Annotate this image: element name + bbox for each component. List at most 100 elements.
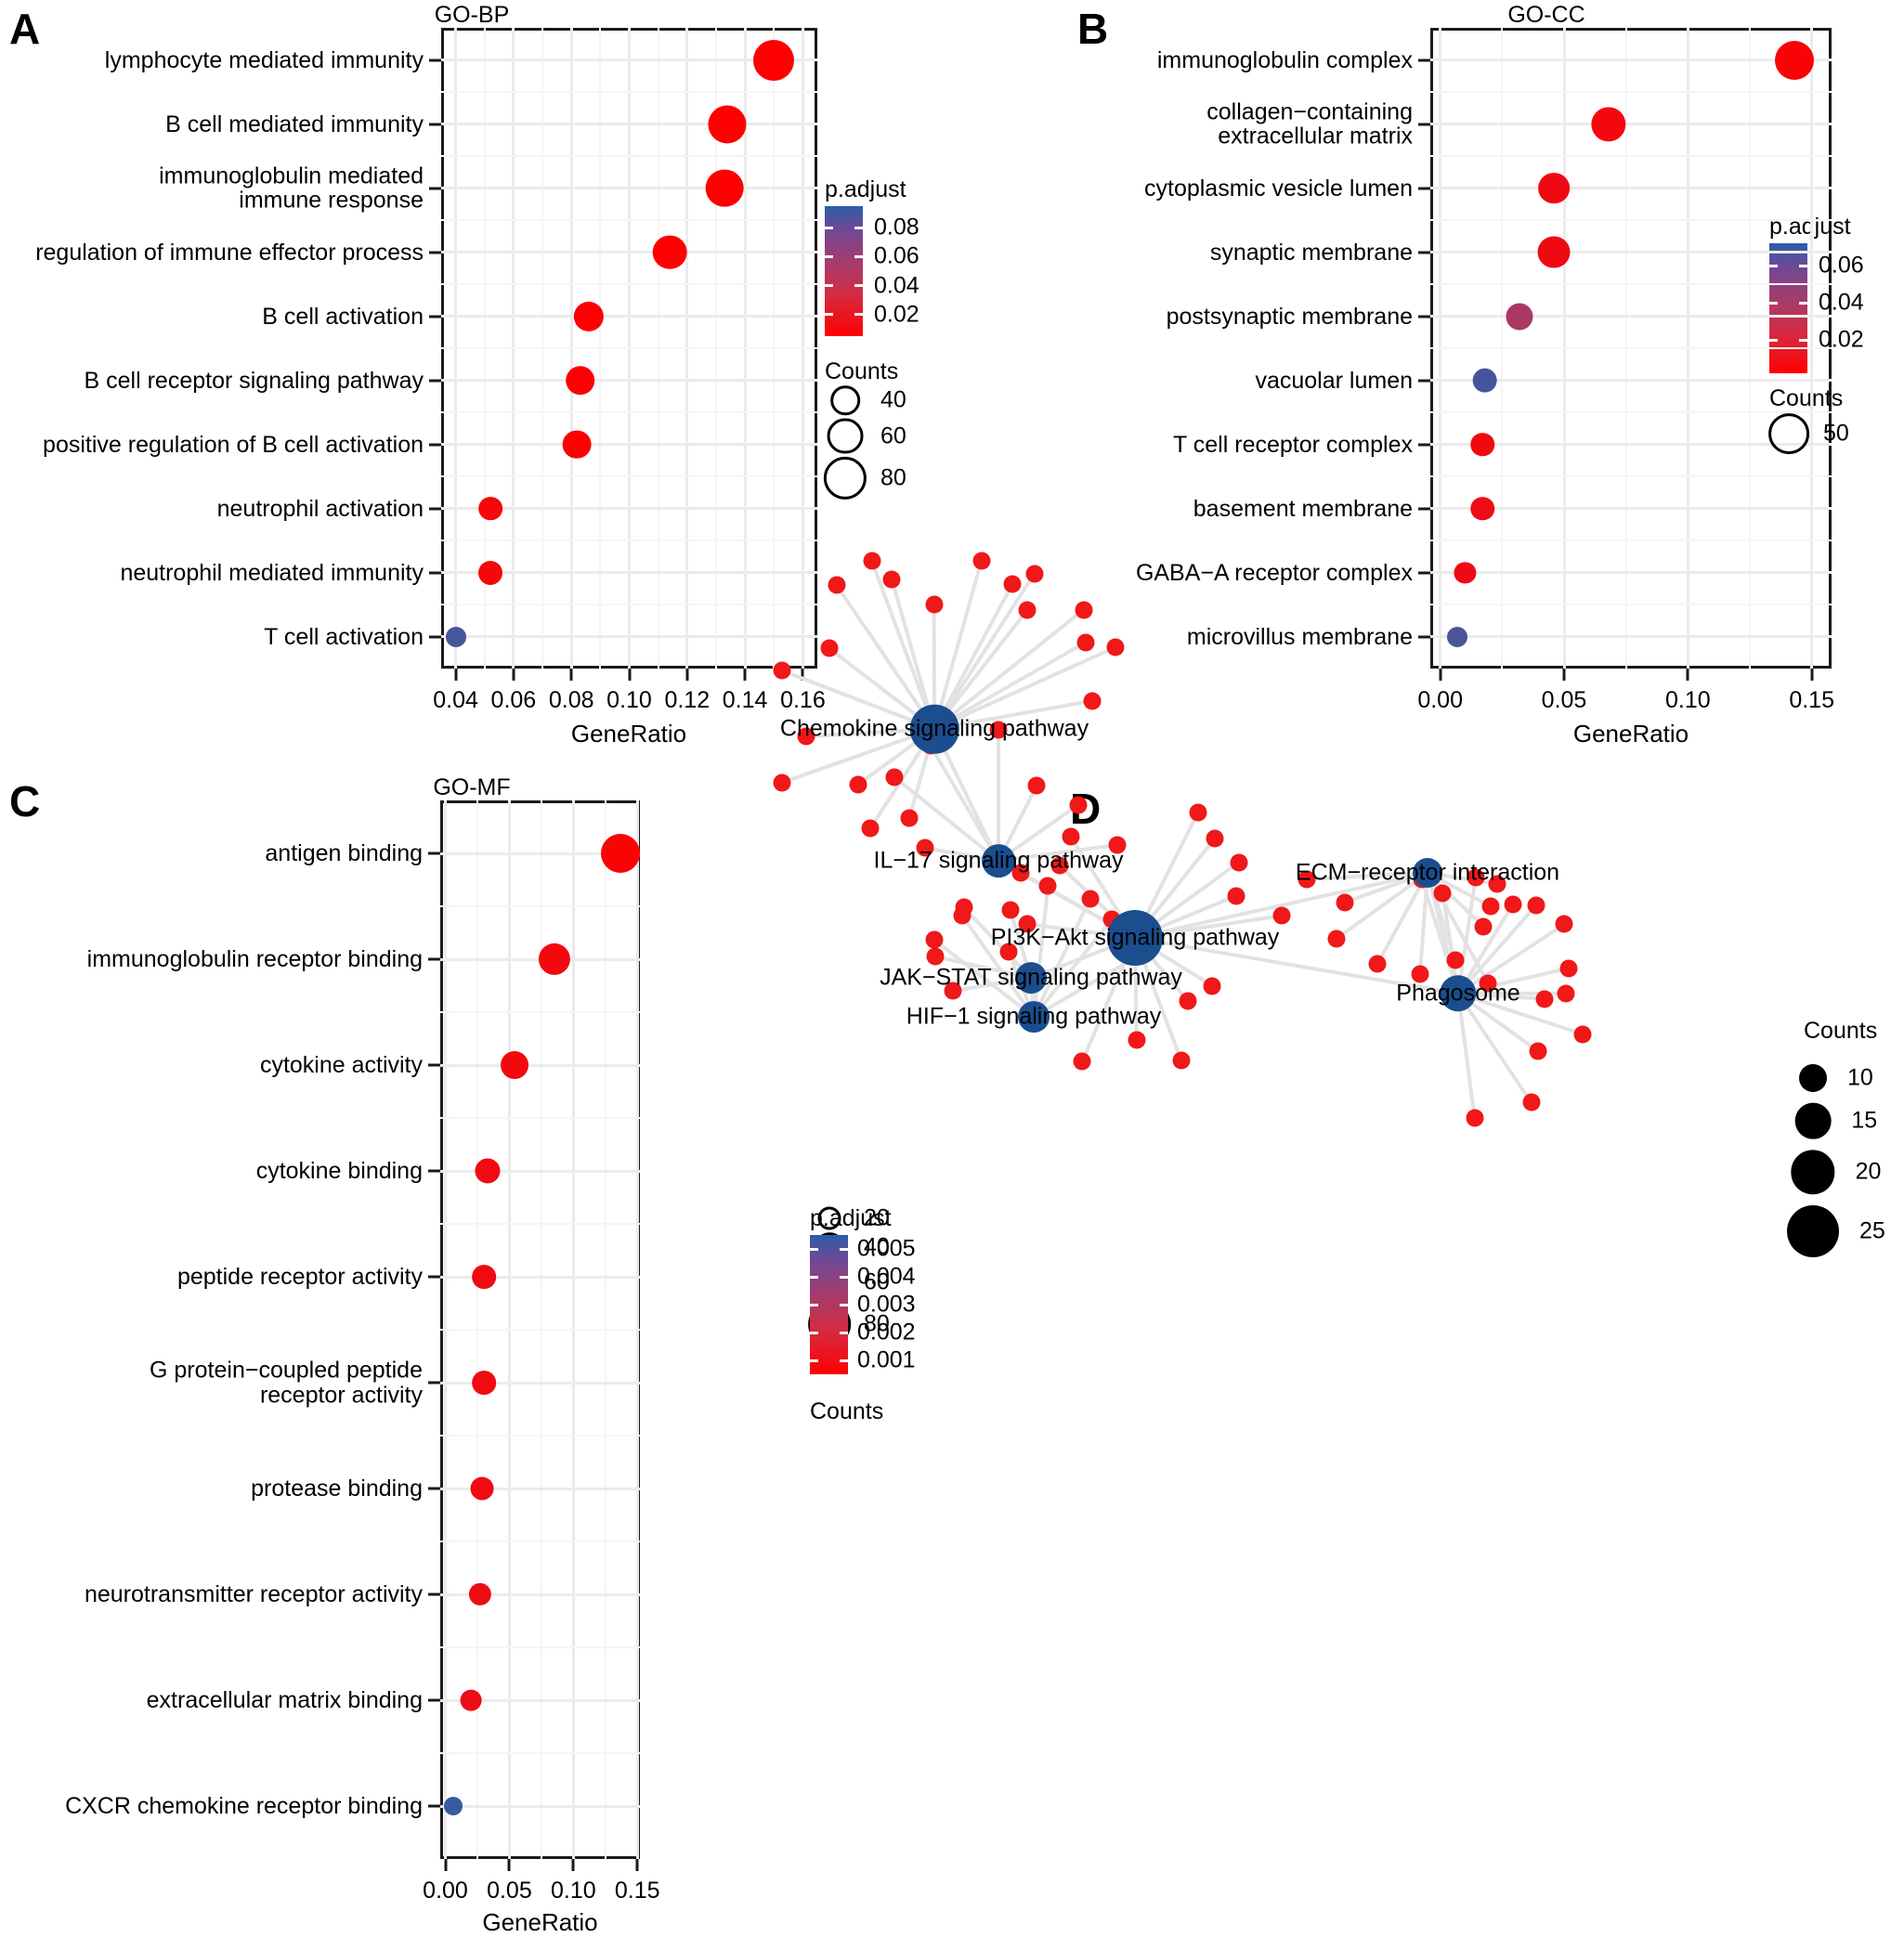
network-edge <box>1133 837 1217 940</box>
y-axis-label: T cell activation <box>264 623 424 650</box>
network-pathway-node <box>1107 910 1163 966</box>
y-axis-label: antigen binding <box>265 839 423 866</box>
network-edge <box>1032 885 1050 1018</box>
x-axis-tick <box>512 669 515 681</box>
gridline-minor-horizontal <box>441 219 817 221</box>
color-bar-tick-label: 0.003 <box>857 1291 916 1318</box>
network-gene-node <box>1025 565 1044 583</box>
y-axis-label: CXCR chemokine receptor binding <box>65 1792 423 1819</box>
network-gene-node <box>1479 974 1497 993</box>
network-gene-node <box>1411 965 1429 983</box>
gridline-major-horizontal <box>441 443 817 446</box>
y-axis-label: G protein−coupled peptide receptor activi… <box>150 1357 423 1408</box>
network-gene-node <box>1189 803 1207 822</box>
network-gene-node <box>1003 575 1022 593</box>
data-point <box>753 39 795 81</box>
x-axis-tick <box>571 1859 575 1871</box>
gridline-minor-horizontal <box>441 411 817 413</box>
color-bar-tick <box>854 313 863 317</box>
network-edge <box>1133 811 1200 939</box>
y-axis-tick <box>1418 507 1430 510</box>
network-gene-node <box>1128 1031 1146 1049</box>
network-gene-node <box>1230 853 1248 872</box>
color-bar-tick <box>825 313 833 317</box>
gridline-major-horizontal <box>441 379 817 382</box>
network-edge <box>1420 878 1460 994</box>
network-edge <box>1133 936 1214 988</box>
network-edge <box>1134 913 1283 940</box>
gridline-minor-horizontal <box>1430 411 1832 413</box>
y-axis-tick <box>1418 443 1430 446</box>
y-axis-tick <box>1418 123 1430 125</box>
data-point <box>705 169 744 207</box>
y-axis-tick <box>428 1698 440 1702</box>
x-axis-tick-label: 0.06 <box>490 687 537 713</box>
color-bar-tick-label: 0.04 <box>874 272 919 299</box>
network-gene-node <box>1559 959 1578 978</box>
network-edge <box>998 843 1118 863</box>
data-point <box>470 1476 494 1501</box>
y-axis-label: neurotransmitter receptor activity <box>84 1580 423 1607</box>
x-axis-tick-label: 0.08 <box>548 687 594 713</box>
size-legend-circle <box>1768 413 1809 455</box>
network-edge <box>1426 871 1485 929</box>
data-point <box>460 1689 482 1711</box>
network-edge <box>1427 871 1492 908</box>
size-legend-label: 20 <box>1855 1158 1882 1185</box>
gridline-minor-horizontal <box>441 604 817 605</box>
data-point <box>708 104 747 144</box>
panel-c-color-legend-title-2: p.adjust <box>810 1205 892 1231</box>
figure-root: A GO-BP GeneRatio p.adjust Counts lympho… <box>0 0 1904 1936</box>
data-point <box>477 560 502 585</box>
y-axis-tick <box>429 635 441 638</box>
network-pathway-node <box>1018 1001 1050 1033</box>
y-axis-tick <box>428 1487 440 1490</box>
size-legend-label: 50 <box>1823 420 1849 447</box>
data-point <box>652 235 687 269</box>
network-gene-node <box>1203 977 1221 995</box>
x-axis-tick <box>635 1859 639 1871</box>
network-edge <box>962 905 1033 980</box>
gridline-minor-horizontal <box>441 347 817 349</box>
gridline-minor-horizontal <box>440 1117 640 1119</box>
network-edge <box>1426 872 1457 961</box>
network-edge <box>1457 991 1567 995</box>
panel-b-letter: B <box>1077 5 1109 53</box>
network-edge <box>1134 936 1459 995</box>
y-axis-tick <box>1418 571 1430 574</box>
size-legend-dot <box>1799 1064 1827 1092</box>
x-axis-tick <box>569 669 573 681</box>
network-gene-node <box>1504 895 1522 914</box>
panel-d-size-legend-title: Counts <box>1804 1018 1878 1044</box>
network-edge <box>1457 992 1545 1001</box>
color-bar-tick <box>840 1331 848 1334</box>
y-axis-label: B cell mediated immunity <box>165 110 424 137</box>
panel-c-title: GO-MF <box>433 774 511 800</box>
y-axis-tick <box>1418 187 1430 189</box>
x-axis-tick <box>628 669 631 681</box>
network-pathway-label: PI3K−Akt signaling pathway <box>990 924 1280 951</box>
network-pathway-node <box>982 844 1015 878</box>
gridline-minor-horizontal <box>441 155 817 157</box>
x-axis-tick-label: 0.10 <box>1664 687 1711 713</box>
y-axis-label: immunoglobulin mediated immune response <box>159 162 424 214</box>
size-legend-label: 60 <box>880 422 906 449</box>
data-point <box>500 1051 528 1079</box>
network-edge <box>997 730 1001 862</box>
y-axis-label: cytokine activity <box>259 1051 423 1078</box>
y-axis-tick <box>429 379 441 382</box>
y-axis-tick <box>429 251 441 254</box>
x-axis-tick <box>801 669 804 681</box>
x-axis-tick <box>743 669 747 681</box>
y-axis-tick <box>428 957 440 961</box>
x-axis-tick-label: 0.14 <box>722 687 768 713</box>
data-point <box>1472 368 1498 393</box>
gridline-minor-horizontal <box>440 1646 640 1648</box>
color-bar-tick <box>825 284 833 288</box>
y-axis-tick <box>429 443 441 446</box>
network-edge <box>1456 904 1538 995</box>
panel-b-title: GO-CC <box>1507 2 1585 28</box>
network-edge <box>1306 871 1428 881</box>
network-gene-node <box>999 942 1018 961</box>
size-legend-circle <box>827 418 864 455</box>
